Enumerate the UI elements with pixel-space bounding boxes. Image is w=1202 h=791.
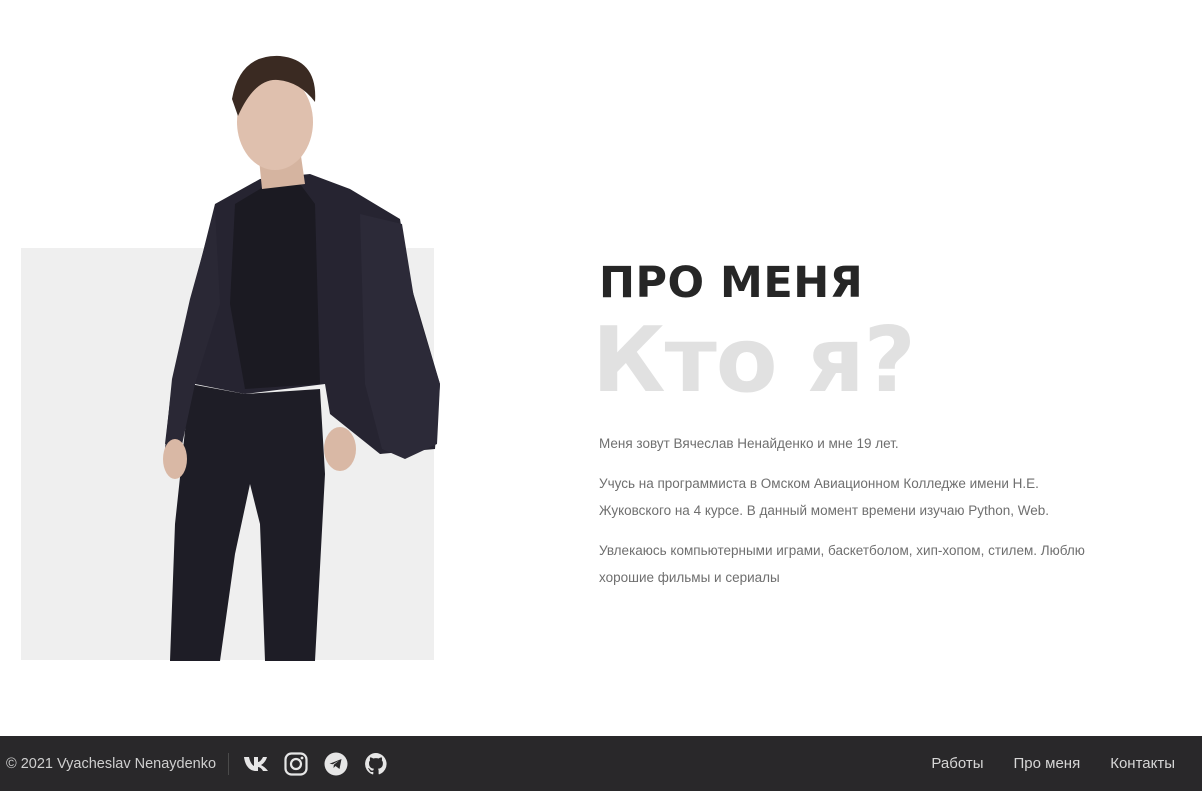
telegram-icon[interactable] xyxy=(323,751,349,777)
portrait-photo xyxy=(163,55,440,661)
footer-nav: Работы Про меня Контакты xyxy=(931,755,1175,772)
about-paragraph: Увлекаюсь компьютерными играми, баскетбо… xyxy=(599,543,1085,585)
github-icon[interactable] xyxy=(363,751,389,777)
ghost-heading: Кто я? xyxy=(592,308,916,413)
about-paragraph: Меня зовут Вячеслав Ненайденко и мне 19 … xyxy=(599,436,899,451)
about-text: Меня зовут Вячеслав Ненайденко и мне 19 … xyxy=(599,430,1099,604)
footer: © 2021 Vyacheslav Nenaydenko Работы Про … xyxy=(0,736,1202,791)
about-paragraph: Учусь на программиста в Омском Авиационн… xyxy=(599,476,1050,518)
social-links xyxy=(243,751,389,777)
copyright-text: © 2021 Vyacheslav Nenaydenko xyxy=(6,752,230,775)
nav-link-works[interactable]: Работы xyxy=(931,755,983,772)
vk-icon[interactable] xyxy=(243,751,269,777)
nav-link-about[interactable]: Про меня xyxy=(1014,755,1081,772)
nav-link-contacts[interactable]: Контакты xyxy=(1110,755,1175,772)
page-title: ПРО МЕНЯ xyxy=(599,258,864,308)
instagram-icon[interactable] xyxy=(283,751,309,777)
